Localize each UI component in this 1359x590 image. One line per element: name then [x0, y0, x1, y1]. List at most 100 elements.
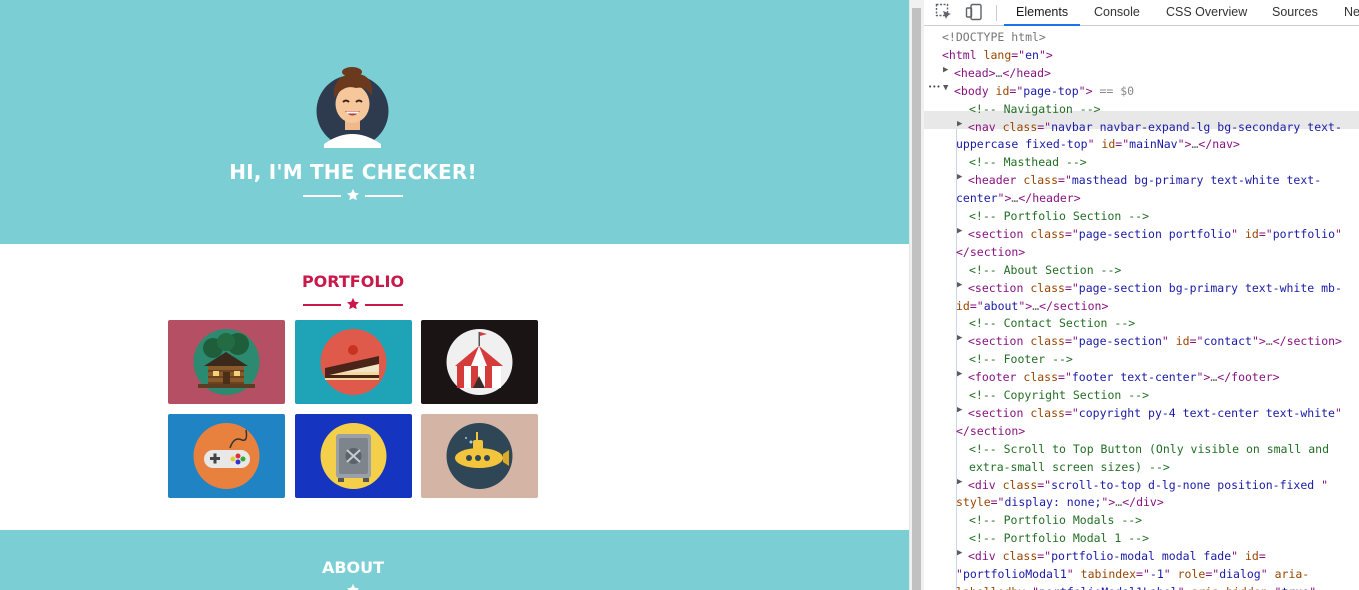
dom-token: en: [1025, 47, 1039, 62]
dom-token: =": [990, 495, 1005, 510]
cake-icon: [320, 329, 387, 395]
dom-token: <!-- About Section -->: [969, 262, 1122, 277]
dom-token: class: [1030, 334, 1065, 349]
dom-tree-line[interactable]: </section>: [956, 244, 1025, 261]
dom-tree-line[interactable]: <!-- Masthead -->: [969, 154, 1087, 171]
dom-token: dialog: [1219, 567, 1261, 581]
dom-tree-line[interactable]: <html lang="en">: [942, 47, 1053, 64]
dom-token: ": [1178, 585, 1192, 590]
collapsed-node-arrow-icon[interactable]: ▶: [957, 119, 967, 136]
dom-token: =": [1025, 585, 1039, 590]
page-viewport: HI, I'M THE CHECKER! PORTFOLIO ABOUT: [0, 0, 909, 590]
dom-token: ": [1321, 477, 1329, 492]
dom-token: =": [1037, 477, 1052, 492]
game-controller-icon: [193, 423, 260, 489]
dom-token: =": [1037, 119, 1052, 134]
portfolio-item-cake[interactable]: [295, 320, 412, 404]
dom-token: -1: [1149, 567, 1164, 581]
portfolio-item-game[interactable]: [168, 414, 285, 498]
dom-token: <!-- Footer -->: [969, 352, 1073, 367]
collapsed-node-arrow-icon[interactable]: ▶: [957, 477, 967, 494]
tab-css-overview[interactable]: CSS Overview: [1166, 0, 1247, 26]
dom-token: tabindex: [1080, 567, 1137, 581]
collapsed-node-arrow-icon[interactable]: ▶: [957, 333, 967, 350]
dom-tree-line[interactable]: <div class="scroll-to-top d-lg-none posi…: [968, 477, 1328, 494]
dom-tree-line[interactable]: <section class="page-section bg-primary …: [968, 280, 1342, 297]
portfolio-item-circus[interactable]: [421, 320, 538, 404]
page-scrollbar-thumb[interactable]: [912, 8, 921, 590]
dom-tree-line[interactable]: <div class="portfolio-modal modal fade" …: [968, 548, 1266, 565]
dom-tree-line[interactable]: <header class="masthead bg-primary text-…: [968, 172, 1321, 189]
about-title: ABOUT: [321, 558, 385, 577]
dom-tree-line[interactable]: <section class="page-section" id="contac…: [968, 333, 1342, 350]
star-icon: [346, 583, 360, 590]
expanded-node-arrow-icon[interactable]: ▼: [943, 83, 953, 100]
dom-tree-line[interactable]: style="display: none;">…</div>: [956, 494, 1164, 511]
dom-token: class: [1002, 119, 1038, 134]
dom-token: </section>: [1039, 298, 1109, 313]
dom-token: masthead bg-primary text-white text-: [1071, 173, 1322, 188]
dom-tree-line[interactable]: <!DOCTYPE html>: [942, 29, 1046, 46]
dom-token: ": [1309, 585, 1316, 590]
dom-token: <header: [968, 173, 1024, 188]
dom-tree-line[interactable]: <section class="copyright py-4 text-cent…: [968, 405, 1342, 422]
collapsed-node-arrow-icon[interactable]: ▶: [957, 226, 967, 243]
dom-tree-line[interactable]: </section>: [956, 423, 1025, 440]
dom-tree-line[interactable]: <footer class="footer text-center">…</fo…: [968, 369, 1280, 386]
dom-tree-line[interactable]: <!-- Portfolio Modal 1 -->: [969, 530, 1149, 547]
dom-token: <!-- Portfolio Section -->: [969, 209, 1150, 223]
tab-network[interactable]: Ne: [1344, 0, 1359, 26]
dom-tree-line[interactable]: <!-- Copyright Section -->: [969, 387, 1149, 404]
safe-icon: [320, 423, 387, 489]
dom-tree-line[interactable]: <!-- Footer -->: [969, 351, 1073, 368]
collapsed-node-arrow-icon[interactable]: ▶: [957, 280, 967, 297]
dom-tree-line[interactable]: <!-- Navigation -->: [969, 101, 1101, 118]
dom-token: id: [1244, 226, 1259, 241]
collapsed-node-arrow-icon[interactable]: ▶: [957, 548, 967, 565]
dom-token: scroll-to-top d-lg-none position-fixed: [1051, 477, 1322, 492]
dom-token: id: [1175, 334, 1190, 349]
collapsed-node-arrow-icon[interactable]: ▶: [957, 369, 967, 386]
dom-tree-line[interactable]: center">…</header>: [956, 190, 1081, 207]
dom-token: ": [956, 567, 963, 581]
dom-tree-line[interactable]: <nav class="navbar navbar-expand-lg bg-s…: [968, 119, 1342, 136]
portfolio-item-submarine[interactable]: [421, 414, 538, 498]
dom-token: …: [1265, 334, 1273, 349]
dom-tree-line[interactable]: <!-- Contact Section -->: [969, 315, 1135, 332]
dom-tree-line[interactable]: labelledby="portfolioModal1Label" aria-h…: [956, 584, 1316, 590]
inspect-element-icon[interactable]: [935, 3, 953, 21]
dom-token: extra-small screen sizes) -->: [969, 459, 1170, 474]
portfolio-item-cabin[interactable]: [168, 320, 285, 404]
dom-token: ">: [1078, 83, 1093, 98]
tab-sources[interactable]: Sources: [1272, 0, 1318, 26]
dom-token: =": [969, 298, 984, 313]
dom-tree-line[interactable]: <!-- Portfolio Section -->: [969, 208, 1149, 225]
dom-token: ">: [1196, 370, 1211, 385]
tab-elements[interactable]: Elements: [1004, 0, 1081, 26]
node-menu-dots-icon[interactable]: •••: [928, 83, 944, 100]
collapsed-node-arrow-icon[interactable]: ▶: [957, 405, 967, 422]
dom-tree-line[interactable]: <!-- About Section -->: [969, 262, 1121, 279]
device-toolbar-icon[interactable]: [965, 3, 983, 21]
dom-tree-line[interactable]: "portfolioModal1" tabindex="-1" role="di…: [956, 566, 1309, 583]
dom-token: ": [1087, 137, 1102, 152]
portfolio-item-safe[interactable]: [295, 414, 412, 498]
collapsed-node-arrow-icon[interactable]: ▶: [943, 65, 953, 82]
dom-token: <html: [942, 47, 984, 62]
collapsed-node-arrow-icon[interactable]: ▶: [957, 172, 967, 189]
dom-tree-line[interactable]: <head>…</head>: [954, 65, 1051, 82]
dom-token: =": [1258, 226, 1273, 241]
dom-tree-line[interactable]: <!-- Portfolio Modals -->: [969, 512, 1142, 529]
dom-token: =": [1115, 137, 1130, 152]
dom-tree-line[interactable]: uppercase fixed-top" id="mainNav">…</nav…: [956, 136, 1240, 153]
tab-console[interactable]: Console: [1094, 0, 1140, 26]
hero-title: HI, I'M THE CHECKER!: [229, 160, 477, 184]
dom-tree-line[interactable]: <section class="page-section portfolio" …: [968, 226, 1342, 243]
dom-tree-line[interactable]: id="about">…</section>: [956, 298, 1108, 315]
dom-tree-line[interactable]: extra-small screen sizes) -->: [969, 459, 1170, 476]
dom-token: =": [1064, 280, 1079, 295]
dom-token: uppercase fixed-top: [956, 137, 1088, 152]
dom-tree-line[interactable]: <!-- Scroll to Top Button (Only visible …: [969, 441, 1329, 458]
dom-tree-line[interactable]: <body id="page-top"> == $0: [954, 83, 1134, 100]
dom-token: id: [1244, 549, 1259, 564]
